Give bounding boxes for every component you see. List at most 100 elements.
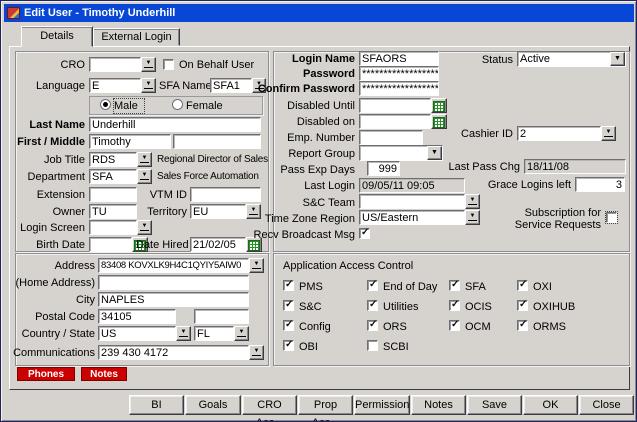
extension-label: Extension bbox=[15, 188, 85, 202]
cro-acc-button[interactable]: CRO Acc... bbox=[242, 395, 297, 415]
sc-team-dropdown-button[interactable] bbox=[465, 194, 480, 209]
territory-field[interactable]: EU bbox=[190, 204, 246, 219]
app-access-checkbox-oxi[interactable] bbox=[517, 280, 528, 291]
permission-button[interactable]: Permission bbox=[354, 395, 410, 415]
last-name-field[interactable]: Underhill bbox=[89, 117, 261, 132]
report-group-dropdown-button[interactable]: ▼ bbox=[427, 146, 442, 160]
app-access-label-config: Config bbox=[299, 320, 361, 334]
last-login-label: Last Login bbox=[241, 179, 355, 193]
app-access-checkbox-sc[interactable] bbox=[283, 300, 294, 311]
department-dropdown-button[interactable] bbox=[137, 169, 152, 184]
app-access-checkbox-pms[interactable] bbox=[283, 280, 294, 291]
bi-button[interactable]: BI bbox=[129, 395, 184, 415]
login-screen-field[interactable] bbox=[89, 220, 137, 235]
password-field[interactable]: ******************** bbox=[359, 66, 439, 81]
time-zone-field[interactable]: US/Eastern bbox=[359, 210, 465, 225]
postal-code-field-2[interactable] bbox=[194, 309, 249, 324]
first-name-field[interactable]: Timothy bbox=[89, 134, 171, 149]
vtm-id-label: VTM ID bbox=[137, 188, 187, 202]
home-address-label: (Home Address) bbox=[3, 276, 95, 290]
status-label: Status bbox=[451, 53, 513, 67]
pass-exp-days-field[interactable]: 999 bbox=[367, 161, 400, 176]
app-access-checkbox-ors[interactable] bbox=[367, 320, 378, 331]
app-access-checkbox-ocm[interactable] bbox=[449, 320, 460, 331]
city-field[interactable]: NAPLES bbox=[98, 292, 249, 307]
owner-field[interactable]: TU bbox=[89, 204, 137, 219]
disabled-until-calendar-button[interactable] bbox=[431, 98, 447, 113]
last-pass-chg-field: 18/11/08 bbox=[524, 159, 626, 174]
male-radio[interactable] bbox=[100, 99, 111, 110]
sc-team-field[interactable] bbox=[359, 194, 465, 209]
language-field[interactable]: E bbox=[89, 78, 141, 93]
cro-field[interactable] bbox=[89, 57, 141, 72]
subscription-checkbox[interactable] bbox=[606, 212, 617, 223]
app-access-checkbox-ocis[interactable] bbox=[449, 300, 460, 311]
on-behalf-checkbox[interactable] bbox=[163, 59, 174, 70]
status-dropdown-button[interactable]: ▼ bbox=[610, 52, 625, 66]
app-access-checkbox-oxihub[interactable] bbox=[517, 300, 528, 311]
address-field[interactable]: 83408 KOVXLK9H4C1QYIY5AIW0 bbox=[98, 258, 249, 273]
grace-logins-field: 3 bbox=[575, 177, 625, 192]
prop-acc-button[interactable]: Prop Acc... bbox=[298, 395, 353, 415]
calendar-icon bbox=[433, 101, 445, 112]
department-field[interactable]: SFA bbox=[89, 169, 137, 184]
confirm-password-field[interactable]: ******************** bbox=[359, 81, 439, 96]
emp-number-field[interactable] bbox=[359, 130, 423, 145]
home-address-field[interactable] bbox=[98, 275, 249, 290]
tab-details[interactable]: Details bbox=[21, 26, 93, 47]
window-title: Edit User - Timothy Underhill bbox=[24, 7, 175, 19]
state-field[interactable]: FL bbox=[194, 326, 234, 341]
female-radio[interactable] bbox=[172, 99, 183, 110]
phones-button[interactable]: Phones bbox=[17, 367, 75, 381]
sc-team-label: S&C Team bbox=[241, 196, 355, 210]
app-access-checkbox-sfa[interactable] bbox=[449, 280, 460, 291]
app-access-label-utilities: Utilities bbox=[383, 300, 445, 314]
state-dropdown-button[interactable] bbox=[234, 326, 249, 341]
language-dropdown-button[interactable] bbox=[141, 78, 156, 93]
cashier-id-field[interactable]: 2 bbox=[517, 126, 601, 141]
country-dropdown-button[interactable] bbox=[176, 326, 191, 341]
time-zone-dropdown-button[interactable] bbox=[465, 210, 480, 225]
login-screen-dropdown-button[interactable] bbox=[137, 220, 152, 235]
birth-date-field[interactable] bbox=[89, 237, 132, 252]
app-access-checkbox-end-of-day[interactable] bbox=[367, 280, 378, 291]
communications-dropdown-button[interactable] bbox=[249, 345, 264, 360]
status-combo[interactable]: Active ▼ bbox=[517, 51, 626, 67]
app-access-label-obi: OBI bbox=[299, 340, 361, 354]
female-label: Female bbox=[186, 99, 231, 113]
tab-external-login[interactable]: External Login bbox=[93, 28, 180, 46]
disabled-on-field[interactable] bbox=[359, 114, 431, 129]
cro-dropdown-button[interactable] bbox=[141, 57, 156, 72]
date-hired-label: Date Hired bbox=[136, 238, 187, 252]
app-access-checkbox-orms[interactable] bbox=[517, 320, 528, 331]
country-field[interactable]: US bbox=[98, 326, 176, 341]
notes-button[interactable]: Notes bbox=[411, 395, 466, 415]
app-access-checkbox-scbi[interactable] bbox=[367, 340, 378, 351]
job-title-dropdown-button[interactable] bbox=[137, 152, 152, 167]
communications-field[interactable]: 239 430 4172 bbox=[98, 345, 249, 360]
report-group-combo[interactable]: ▼ bbox=[359, 145, 443, 161]
close-button[interactable]: Close bbox=[579, 395, 634, 415]
goals-button[interactable]: Goals bbox=[185, 395, 241, 415]
date-hired-field[interactable]: 21/02/05 bbox=[190, 237, 246, 252]
disabled-until-field[interactable] bbox=[359, 98, 431, 113]
address-dropdown-button[interactable] bbox=[249, 258, 264, 273]
cashier-id-dropdown-button[interactable] bbox=[601, 126, 616, 141]
subscription-label-line2: Service Requests bbox=[491, 218, 601, 232]
extension-field[interactable] bbox=[89, 187, 137, 202]
ok-button[interactable]: OK bbox=[523, 395, 578, 415]
emp-number-label: Emp. Number bbox=[241, 131, 355, 145]
app-access-checkbox-config[interactable] bbox=[283, 320, 294, 331]
app-access-checkbox-utilities[interactable] bbox=[367, 300, 378, 311]
app-access-checkbox-obi[interactable] bbox=[283, 340, 294, 351]
notes-mini-button[interactable]: Notes bbox=[81, 367, 127, 381]
login-name-field[interactable]: SFAORS bbox=[359, 51, 439, 66]
department-label: Department bbox=[11, 170, 85, 184]
app-access-label-ocm: OCM bbox=[465, 320, 515, 334]
job-title-field[interactable]: RDS bbox=[89, 152, 137, 167]
sfa-name-label: SFA Name bbox=[159, 79, 207, 93]
confirm-password-label: Confirm Password bbox=[241, 82, 355, 96]
recv-broadcast-checkbox[interactable] bbox=[359, 228, 370, 239]
save-button[interactable]: Save bbox=[467, 395, 522, 415]
postal-code-field[interactable]: 34105 bbox=[98, 309, 176, 324]
